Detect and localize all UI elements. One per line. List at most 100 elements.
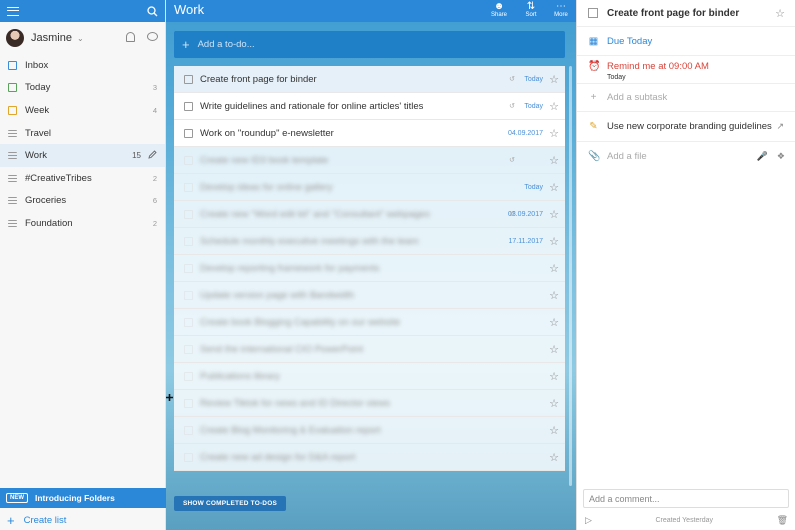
detail-checkbox[interactable] xyxy=(588,8,598,18)
star-icon[interactable]: ☆ xyxy=(549,127,559,140)
star-icon[interactable]: ☆ xyxy=(549,316,559,329)
task-title: Create book Blogging Capability on our w… xyxy=(200,316,401,328)
task-checkbox[interactable] xyxy=(184,101,193,111)
star-icon[interactable]: ☆ xyxy=(549,181,559,194)
star-icon[interactable]: ☆ xyxy=(549,235,559,248)
task-row[interactable]: Create book Blogging Capability on our w… xyxy=(174,309,565,336)
user-name: Jasmine xyxy=(31,32,72,44)
add-todo-input[interactable]: + Add a to-do... xyxy=(174,31,565,58)
star-icon[interactable]: ☆ xyxy=(549,370,559,383)
repeat-icon: ↺ xyxy=(509,157,515,164)
detail-title[interactable]: Create front page for binder xyxy=(607,8,739,19)
task-row[interactable]: Create Blog Monitoring & Evaluation repo… xyxy=(174,417,565,444)
task-row[interactable]: Write guidelines and rationale for onlin… xyxy=(174,93,565,120)
avatar xyxy=(6,29,24,47)
pencil-icon[interactable] xyxy=(148,150,157,159)
task-checkbox[interactable] xyxy=(184,371,193,381)
more-button[interactable]: ⋯ More xyxy=(546,1,576,18)
task-title: Create new "Word edit kit" and "Consulta… xyxy=(200,208,430,220)
task-row[interactable]: Create new ad design for D&A report ☆ xyxy=(174,444,565,471)
task-checkbox[interactable] xyxy=(184,425,193,435)
task-checkbox[interactable] xyxy=(184,236,193,246)
star-icon[interactable]: ☆ xyxy=(549,397,559,410)
dropbox-icon[interactable]: ❖ xyxy=(777,151,785,162)
task-checkbox[interactable] xyxy=(184,74,193,84)
trash-icon[interactable]: 🗑 xyxy=(777,515,788,526)
repeat-icon: ↺ xyxy=(509,76,515,83)
star-icon[interactable]: ☆ xyxy=(549,343,559,356)
scrollbar[interactable] xyxy=(569,66,572,486)
star-icon[interactable]: ☆ xyxy=(549,424,559,437)
chevron-down-icon: ⌄ xyxy=(76,33,84,43)
task-row[interactable]: Update version page with Bandwidth ☆ xyxy=(174,282,565,309)
task-checkbox[interactable] xyxy=(184,452,193,462)
add-file-row[interactable]: 📎 Add a file 🎤 ❖ xyxy=(577,142,795,170)
sidebar-item-creativetribes[interactable]: #CreativeTribes 2 xyxy=(0,167,165,190)
star-icon[interactable]: ☆ xyxy=(549,262,559,275)
comment-icon[interactable] xyxy=(147,32,158,41)
sidebar-item-inbox[interactable]: Inbox xyxy=(0,54,165,77)
sidebar-item-foundation[interactable]: Foundation 2 xyxy=(0,212,165,235)
task-checkbox[interactable] xyxy=(184,209,193,219)
week-icon xyxy=(8,105,17,115)
share-button[interactable]: ☻ Share xyxy=(484,1,514,18)
due-date-row[interactable]: ▦ Due Today xyxy=(577,27,795,56)
task-row[interactable]: Send the international CIO PowerPoint ☆ xyxy=(174,336,565,363)
star-icon[interactable]: ☆ xyxy=(549,73,559,86)
sidebar-item-work[interactable]: Work 15 xyxy=(0,144,165,167)
create-list-button[interactable]: + Create list xyxy=(0,510,166,530)
list-title: Work xyxy=(174,2,205,17)
task-checkbox[interactable] xyxy=(184,128,193,138)
task-row[interactable]: Develop ideas for online gallery Today ☆ xyxy=(174,174,565,201)
task-checkbox[interactable] xyxy=(184,155,193,165)
task-row[interactable]: Publications library ☆ xyxy=(174,363,565,390)
introducing-folders-banner[interactable]: NEW Introducing Folders xyxy=(0,488,166,508)
task-row[interactable]: Review Tiktok for news and ID Director v… xyxy=(174,390,565,417)
star-icon[interactable]: ☆ xyxy=(775,7,785,20)
task-checkbox[interactable] xyxy=(184,290,193,300)
task-row[interactable]: Create new ID3 book template ↺ ☆ xyxy=(174,147,565,174)
task-checkbox[interactable] xyxy=(184,344,193,354)
star-icon[interactable]: ☆ xyxy=(549,289,559,302)
add-todo-placeholder: Add a to-do... xyxy=(197,39,255,50)
intro-label: Introducing Folders xyxy=(35,493,115,503)
star-icon[interactable]: ☆ xyxy=(549,100,559,113)
expand-icon[interactable]: ↗ xyxy=(776,121,784,132)
microphone-icon[interactable]: 🎤 xyxy=(757,151,768,162)
sidebar-item-groceries[interactable]: Groceries 6 xyxy=(0,190,165,213)
reminder-row[interactable]: ⏰ Remind me at 09:00 AM Today xyxy=(577,56,795,84)
task-title: Review Tiktok for news and ID Director v… xyxy=(200,397,391,409)
task-row[interactable]: Schedule monthly executive meetings with… xyxy=(174,228,565,255)
task-due-date: Today xyxy=(524,75,543,83)
due-date-label: Due Today xyxy=(607,35,653,47)
add-subtask-row[interactable]: + Add a subtask xyxy=(577,84,795,112)
task-row[interactable]: Work on "roundup" e-newsletter 04.09.2017… xyxy=(174,120,565,147)
bell-icon[interactable] xyxy=(126,32,135,42)
task-row[interactable]: Create front page for binder ↺ Today ☆ xyxy=(174,66,565,93)
sidebar-item-label: Inbox xyxy=(25,59,49,71)
sidebar-item-week[interactable]: Week 4 xyxy=(0,99,165,122)
star-icon[interactable]: ☆ xyxy=(549,154,559,167)
hamburger-icon[interactable] xyxy=(7,6,19,16)
sidebar-item-count: 3 xyxy=(152,83,157,93)
sidebar-item-today[interactable]: Today 3 xyxy=(0,77,165,100)
task-checkbox[interactable] xyxy=(184,182,193,192)
task-row[interactable]: Create new "Word edit kit" and "Consulta… xyxy=(174,201,565,228)
star-icon[interactable]: ☆ xyxy=(549,208,559,221)
sort-button[interactable]: ⇅ Sort xyxy=(516,1,546,18)
task-checkbox[interactable] xyxy=(184,317,193,327)
task-checkbox[interactable] xyxy=(184,398,193,408)
note-row[interactable]: ✎ Use new corporate branding guidelines … xyxy=(577,112,795,142)
collapse-panel-icon[interactable]: ▷ xyxy=(585,515,592,526)
show-completed-button[interactable]: SHOW COMPLETED TO-DOS xyxy=(174,496,286,511)
star-icon[interactable]: ☆ xyxy=(549,451,559,464)
search-icon[interactable] xyxy=(147,5,158,17)
create-list-label: Create list xyxy=(23,514,67,526)
sidebar-item-travel[interactable]: Travel xyxy=(0,122,165,145)
user-menu[interactable]: Jasmine ⌄ xyxy=(0,22,165,54)
task-row[interactable]: Develop reporting framework for payments… xyxy=(174,255,565,282)
sort-label: Sort xyxy=(525,12,537,18)
comment-input[interactable]: Add a comment... xyxy=(583,489,789,508)
sidebar-item-label: #CreativeTribes xyxy=(25,172,92,184)
task-checkbox[interactable] xyxy=(184,263,193,273)
